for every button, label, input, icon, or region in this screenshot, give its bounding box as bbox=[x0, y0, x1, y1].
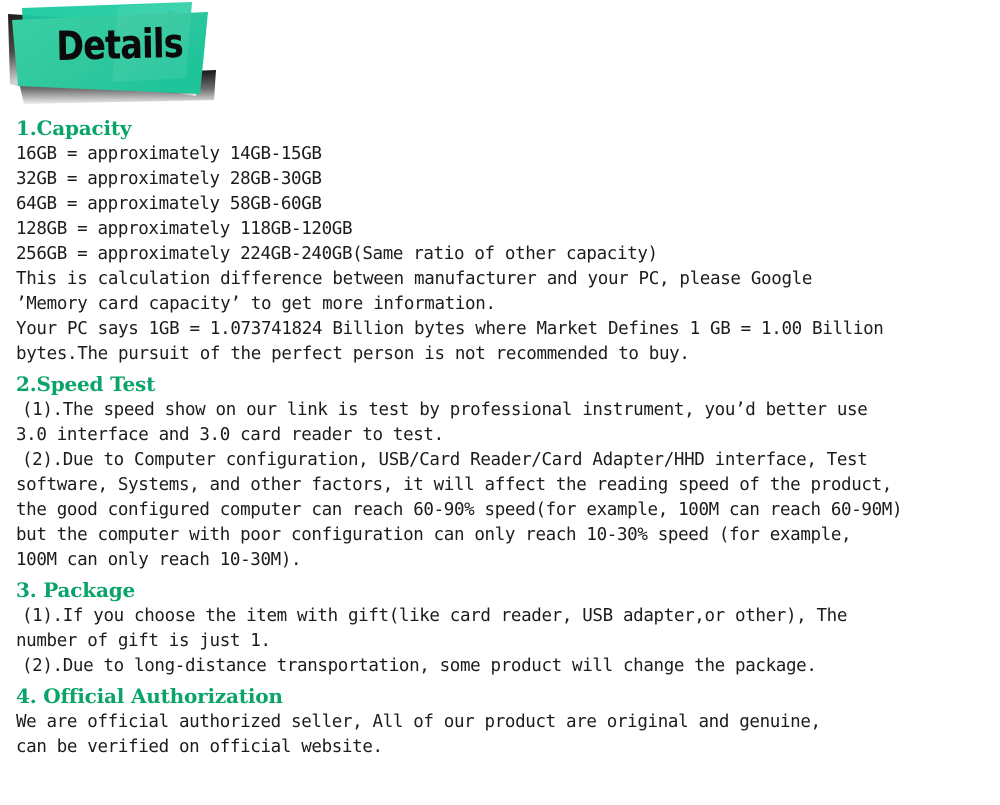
details-content: 1.Capacity 16GB = approximately 14GB-15G… bbox=[0, 110, 1000, 760]
text-line: We are official authorized seller, All o… bbox=[16, 712, 821, 732]
section-capacity: 1.Capacity 16GB = approximately 14GB-15G… bbox=[0, 116, 1000, 367]
text-line: Your PC says 1GB = 1.073741824 Billion b… bbox=[16, 319, 884, 339]
text-line: the good configured computer can reach 6… bbox=[16, 500, 903, 520]
text-line: (1).If you choose the item with gift(lik… bbox=[22, 606, 848, 626]
text-line: (2).Due to long-distance transportation,… bbox=[22, 656, 817, 676]
text-line: but the computer with poor configuration… bbox=[16, 525, 852, 545]
section-lines-capacity: 16GB = approximately 14GB-15GB 32GB = ap… bbox=[0, 142, 1000, 367]
text-line: can be verified on official website. bbox=[16, 737, 383, 757]
text-line: 16GB = approximately 14GB-15GB bbox=[16, 144, 322, 164]
text-line: 100M can only reach 10-30M). bbox=[16, 550, 302, 570]
section-heading-package: 3. Package bbox=[16, 578, 136, 602]
text-line: 128GB = approximately 118GB-120GB bbox=[16, 219, 353, 239]
section-lines-package: (1).If you choose the item with gift(lik… bbox=[0, 604, 1000, 679]
text-line: (2).Due to Computer configuration, USB/C… bbox=[22, 450, 868, 470]
text-line: This is calculation difference between m… bbox=[16, 269, 813, 289]
section-speed-test: 2.Speed Test (1).The speed show on our l… bbox=[0, 372, 1000, 573]
section-package: 3. Package (1).If you choose the item wi… bbox=[0, 578, 1000, 679]
banner-title: Details bbox=[56, 20, 184, 70]
section-heading-capacity: 1.Capacity bbox=[16, 116, 132, 140]
text-line: ’Memory card capacity’ to get more infor… bbox=[16, 294, 496, 314]
section-heading-speed-test: 2.Speed Test bbox=[16, 372, 156, 396]
section-official-authorization: 4. Official Authorization We are officia… bbox=[0, 684, 1000, 760]
text-line: software, Systems, and other factors, it… bbox=[16, 475, 892, 495]
text-line: 3.0 interface and 3.0 card reader to tes… bbox=[16, 425, 444, 445]
section-lines-speed-test: (1).The speed show on our link is test b… bbox=[0, 398, 1000, 573]
text-line: number of gift is just 1. bbox=[16, 631, 271, 651]
text-line: 32GB = approximately 28GB-30GB bbox=[16, 169, 322, 189]
section-heading-official-authorization: 4. Official Authorization bbox=[16, 684, 283, 708]
text-line: 64GB = approximately 58GB-60GB bbox=[16, 194, 322, 214]
text-line: 256GB = approximately 224GB-240GB(Same r… bbox=[16, 244, 658, 264]
text-line: bytes.The pursuit of the perfect person … bbox=[16, 344, 690, 364]
details-banner: Details bbox=[0, 0, 260, 110]
section-lines-official-authorization: We are official authorized seller, All o… bbox=[0, 710, 1000, 760]
text-line: (1).The speed show on our link is test b… bbox=[22, 400, 868, 420]
